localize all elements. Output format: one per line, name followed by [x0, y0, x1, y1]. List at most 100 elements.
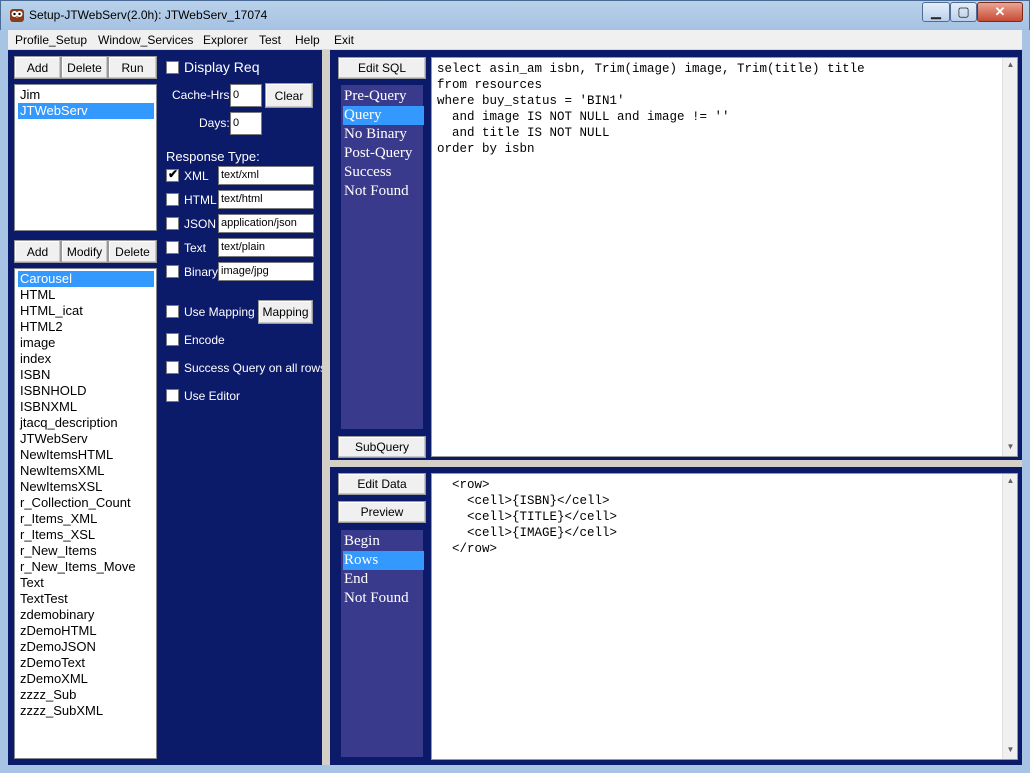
- sql-section-list[interactable]: Pre-Query Query No Binary Post-Query Success…: [341, 85, 424, 429]
- edit-data-button[interactable]: Edit Data: [338, 473, 426, 495]
- horizontal-splitter[interactable]: [330, 460, 1022, 467]
- response-type-label: JSON: [184, 217, 217, 231]
- cache-hrs-input[interactable]: 0: [230, 84, 262, 107]
- delete-profile-button[interactable]: Delete: [61, 56, 108, 79]
- response-type-xml-checkbox[interactable]: ✔: [166, 167, 179, 182]
- list-item[interactable]: r_New_Items: [18, 543, 97, 559]
- data-editor[interactable]: <row> <cell>{ISBN}</cell> <cell>{TITLE}<…: [431, 473, 1018, 760]
- section-item[interactable]: Not Found: [343, 589, 424, 608]
- title-bar[interactable]: Setup-JTWebServ(2.0h): JTWebServ_17074 ▁…: [0, 0, 1030, 30]
- menu-profile-setup[interactable]: Profile_Setup: [15, 33, 87, 47]
- add-service-button[interactable]: Add: [14, 240, 61, 263]
- display-req-checkbox[interactable]: [166, 61, 179, 74]
- services-list[interactable]: Carousel HTML HTML_icat HTML2 image index ISBN…: [14, 268, 157, 759]
- list-item[interactable]: zzzz_SubXML: [18, 703, 103, 719]
- menu-exit[interactable]: Exit: [334, 33, 354, 47]
- add-profile-button[interactable]: Add: [14, 56, 61, 79]
- use-editor-checkbox[interactable]: [166, 389, 179, 402]
- list-item[interactable]: index: [18, 351, 51, 367]
- list-item[interactable]: TextTest: [18, 591, 68, 607]
- vertical-splitter[interactable]: [322, 50, 330, 765]
- minimize-button[interactable]: ▁: [922, 2, 950, 22]
- mapping-button[interactable]: Mapping: [258, 300, 313, 324]
- list-item[interactable]: ISBNHOLD: [18, 383, 86, 399]
- cache-hrs-label: Cache-Hrs:: [172, 88, 233, 102]
- list-item[interactable]: ISBNXML: [18, 399, 77, 415]
- subquery-button[interactable]: SubQuery: [338, 436, 426, 458]
- response-type-json-mime-input[interactable]: application/json: [218, 214, 314, 233]
- response-type-text-checkbox[interactable]: [166, 241, 179, 254]
- response-type-binary-checkbox[interactable]: [166, 265, 179, 278]
- section-item[interactable]: Query: [343, 106, 424, 125]
- list-item[interactable]: r_Items_XML: [18, 511, 97, 527]
- menu-window-services[interactable]: Window_Services: [98, 33, 193, 47]
- section-item[interactable]: No Binary: [343, 125, 424, 144]
- response-type-html-mime-input[interactable]: text/html: [218, 190, 314, 209]
- scroll-down-icon[interactable]: ▼: [1003, 745, 1018, 754]
- section-item[interactable]: Not Found: [343, 182, 424, 201]
- menu-help[interactable]: Help: [295, 33, 320, 47]
- response-type-html-checkbox[interactable]: [166, 193, 179, 206]
- clear-cache-button[interactable]: Clear: [265, 83, 313, 108]
- section-item[interactable]: Pre-Query: [343, 87, 424, 106]
- list-item[interactable]: r_Items_XSL: [18, 527, 95, 543]
- list-item[interactable]: r_New_Items_Move: [18, 559, 136, 575]
- list-item[interactable]: image: [18, 335, 55, 351]
- delete-service-button[interactable]: Delete: [108, 240, 157, 263]
- use-mapping-checkbox[interactable]: [166, 305, 179, 318]
- data-section-list[interactable]: Begin Rows End Not Found: [341, 530, 424, 757]
- data-editor-scrollbar[interactable]: ▲ ▼: [1002, 474, 1017, 759]
- sql-editor-scrollbar[interactable]: ▲ ▼: [1002, 58, 1017, 456]
- edit-sql-button[interactable]: Edit SQL: [338, 57, 426, 79]
- close-button[interactable]: ✕: [977, 2, 1023, 22]
- response-type-text-mime-input[interactable]: text/plain: [218, 238, 314, 257]
- window-frame-bottom: [0, 765, 1030, 773]
- sql-code[interactable]: select asin_am isbn, Trim(image) image, …: [437, 61, 865, 157]
- section-item[interactable]: Begin: [343, 532, 424, 551]
- list-item[interactable]: JTWebServ: [18, 103, 154, 119]
- section-item[interactable]: Post-Query: [343, 144, 424, 163]
- list-item[interactable]: NewItemsXML: [18, 463, 105, 479]
- response-type-json-checkbox[interactable]: [166, 217, 179, 230]
- list-item[interactable]: JTWebServ: [18, 431, 88, 447]
- menu-test[interactable]: Test: [259, 33, 281, 47]
- response-type-xml-mime-input[interactable]: text/xml: [218, 166, 314, 185]
- scroll-up-icon[interactable]: ▲: [1003, 60, 1018, 69]
- days-input[interactable]: 0: [230, 112, 262, 135]
- list-item[interactable]: zDemoHTML: [18, 623, 97, 639]
- list-item[interactable]: HTML: [18, 287, 55, 303]
- list-item[interactable]: ISBN: [18, 367, 50, 383]
- list-item[interactable]: jtacq_description: [18, 415, 118, 431]
- list-item[interactable]: Text: [18, 575, 44, 591]
- section-item[interactable]: Rows: [343, 551, 424, 570]
- list-item[interactable]: zdemobinary: [18, 607, 94, 623]
- section-item[interactable]: Success: [343, 163, 424, 182]
- list-item[interactable]: Jim: [18, 87, 40, 103]
- success-query-checkbox[interactable]: [166, 361, 179, 374]
- list-item[interactable]: NewItemsXSL: [18, 479, 102, 495]
- response-type-group: ✔ XML text/xml HTML text/html JSON application…: [8, 50, 314, 281]
- list-item[interactable]: zDemoJSON: [18, 639, 96, 655]
- section-item[interactable]: End: [343, 570, 424, 589]
- menu-explorer[interactable]: Explorer: [203, 33, 248, 47]
- data-code[interactable]: <row> <cell>{ISBN}</cell> <cell>{TITLE}<…: [437, 477, 617, 557]
- list-item[interactable]: HTML_icat: [18, 303, 83, 319]
- list-item[interactable]: Carousel: [18, 271, 154, 287]
- display-req-label: Display Req: [184, 59, 260, 75]
- list-item[interactable]: zDemoText: [18, 655, 85, 671]
- scroll-up-icon[interactable]: ▲: [1003, 476, 1018, 485]
- list-item[interactable]: r_Collection_Count: [18, 495, 131, 511]
- scroll-down-icon[interactable]: ▼: [1003, 442, 1018, 451]
- list-item[interactable]: HTML2: [18, 319, 63, 335]
- list-item[interactable]: zzzz_Sub: [18, 687, 76, 703]
- list-item[interactable]: zDemoXML: [18, 671, 88, 687]
- profiles-list[interactable]: Jim JTWebServ: [14, 84, 157, 231]
- sql-editor[interactable]: select asin_am isbn, Trim(image) image, …: [431, 57, 1018, 457]
- maximize-button[interactable]: ▢: [950, 2, 977, 22]
- modify-service-button[interactable]: Modify: [61, 240, 108, 263]
- list-item[interactable]: NewItemsHTML: [18, 447, 113, 463]
- run-profile-button[interactable]: Run: [108, 56, 157, 79]
- response-type-binary-mime-input[interactable]: image/jpg: [218, 262, 314, 281]
- preview-button[interactable]: Preview: [338, 501, 426, 523]
- encode-checkbox[interactable]: [166, 333, 179, 346]
